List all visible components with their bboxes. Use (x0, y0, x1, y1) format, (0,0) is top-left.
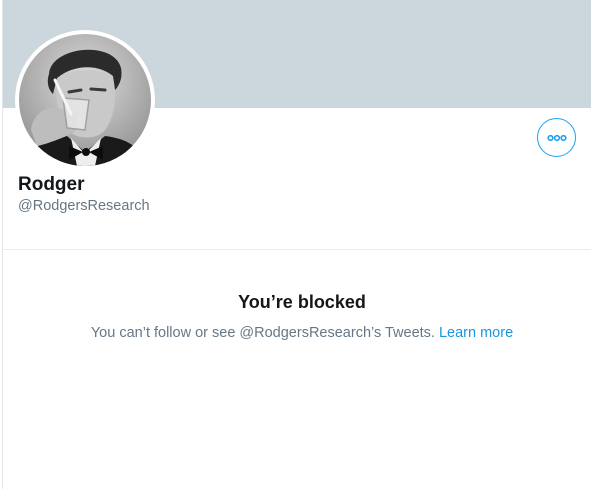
blocked-message: You can’t follow or see @RodgersResearch… (3, 324, 591, 343)
more-horizontal-icon (546, 134, 567, 141)
profile-handle: @RodgersResearch (18, 198, 150, 214)
display-name: Rodger (18, 174, 85, 195)
section-divider (3, 249, 591, 250)
blocked-message-text: You can’t follow or see @RodgersResearch… (90, 325, 435, 341)
more-options-button[interactable] (537, 118, 576, 157)
profile-avatar[interactable] (15, 30, 155, 170)
learn-more-link[interactable]: Learn more (439, 325, 513, 341)
avatar-photo (19, 34, 151, 166)
profile-page: Rodger @RodgersResearch You’re blocked Y… (0, 0, 591, 489)
blocked-title: You’re blocked (238, 292, 366, 312)
